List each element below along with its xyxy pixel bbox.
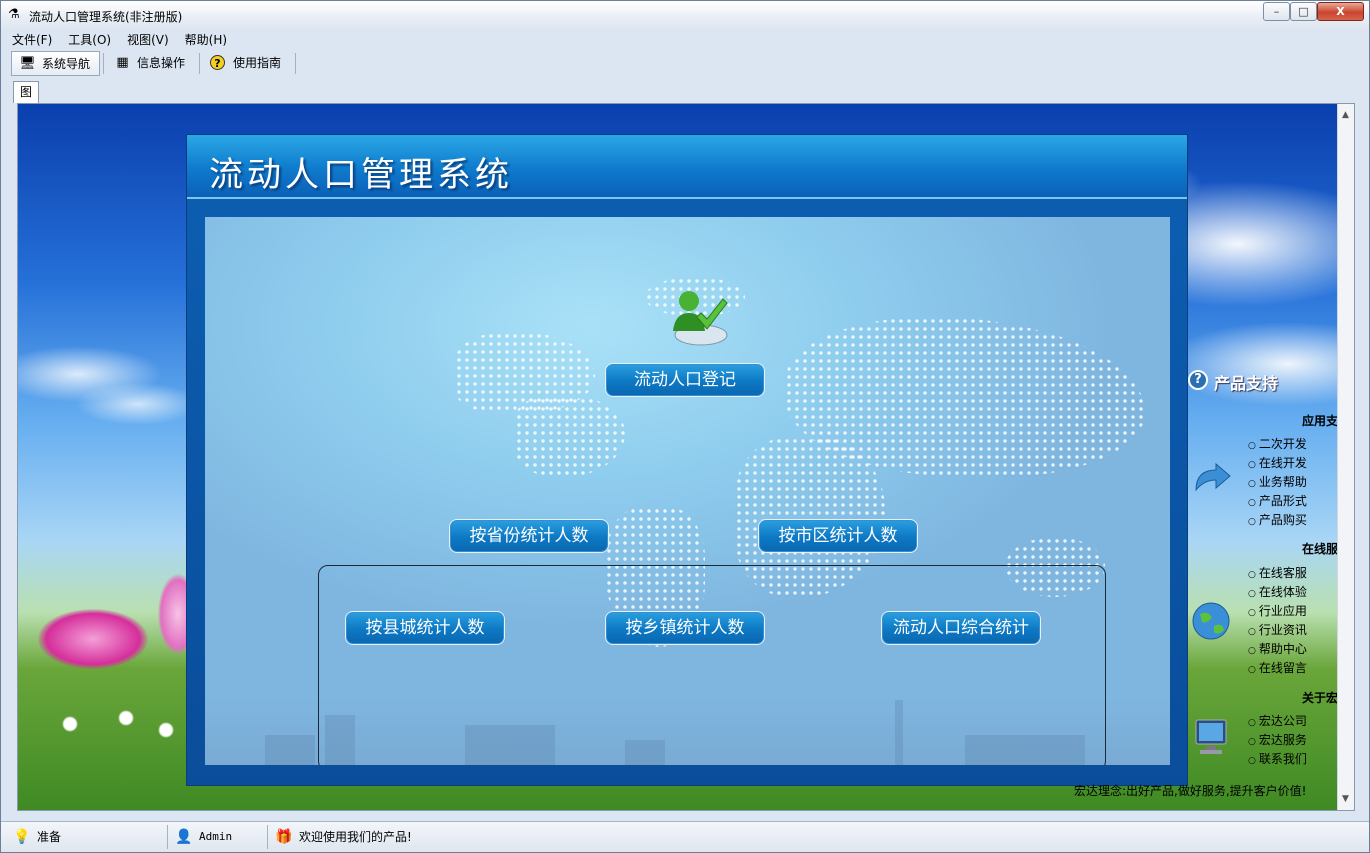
toolbar: 🖥 系统导航 ▦ 信息操作 ? 使用指南 (9, 50, 299, 77)
stats-by-province-button[interactable]: 按省份统计人数 (449, 519, 609, 553)
menu-tools[interactable]: 工具(O) (65, 31, 114, 49)
product-support-sidebar: ? 产品支持 应用支持 二次开发 在线开发 业务帮助 产品形式 产品购买 在线服… (1188, 364, 1354, 804)
link-online-dev[interactable]: 在线开发 (1248, 456, 1307, 472)
status-message: 🎁 欢迎使用我们的产品! (271, 827, 571, 847)
tab-graphic-nav[interactable]: 图文导航 (13, 81, 40, 162)
toolbar-label: 系统导航 (42, 57, 91, 71)
toolbar-separator (199, 53, 200, 74)
link-online-message[interactable]: 在线留言 (1248, 661, 1307, 677)
monitor-icon: 🖥 (19, 56, 36, 71)
main-panel: 流动人口管理系统 流动人口登记 按省份统计人数 按市区统计人数 按县城统计人数 … (186, 134, 1188, 786)
window-title: 流动人口管理系统(非注册版) (29, 10, 183, 24)
toolbar-separator (103, 53, 104, 74)
menu-file[interactable]: 文件(F) (9, 31, 55, 49)
link-online-trial[interactable]: 在线体验 (1248, 585, 1307, 601)
scroll-up-arrow[interactable]: ▲ (1342, 110, 1349, 120)
toolbar-guide-button[interactable]: ? 使用指南 (203, 51, 291, 76)
lightbulb-icon: 💡 (13, 829, 31, 845)
link-company[interactable]: 宏达公司 (1248, 714, 1307, 730)
statistics-group (318, 565, 1106, 765)
welcome-message: 欢迎使用我们的产品! (299, 830, 412, 844)
status-user: 👤 Admin (171, 827, 261, 847)
status-separator (267, 825, 268, 849)
menu-bar: 文件(F) 工具(O) 视图(V) 帮助(H) (9, 31, 240, 49)
support-heading: 产品支持 (1214, 374, 1279, 393)
grid-icon: ▦ (116, 55, 129, 70)
link-industry-apps[interactable]: 行业应用 (1248, 604, 1307, 620)
stats-by-township-button[interactable]: 按乡镇统计人数 (605, 611, 765, 645)
link-secondary-dev[interactable]: 二次开发 (1248, 437, 1307, 453)
toolbar-label: 使用指南 (233, 56, 282, 70)
close-button[interactable]: X (1317, 2, 1364, 21)
product-icon: 🎁 (275, 829, 293, 845)
menu-view[interactable]: 视图(V) (124, 31, 172, 49)
stats-by-city-district-button[interactable]: 按市区统计人数 (758, 519, 918, 553)
question-icon: ? (1188, 370, 1208, 390)
minimize-button[interactable]: – (1263, 2, 1290, 21)
user-icon: 👤 (175, 829, 193, 845)
link-contact[interactable]: 联系我们 (1248, 752, 1307, 768)
computer-icon (1195, 719, 1227, 754)
flower-decoration (38, 609, 148, 669)
link-industry-news[interactable]: 行业资讯 (1248, 623, 1307, 639)
app-icon: ⚗ (8, 7, 20, 22)
title-bar: ⚗ 流动人口管理系统(非注册版) – □ X (1, 1, 1369, 29)
toolbar-info-ops-button[interactable]: ▦ 信息操作 (107, 51, 195, 76)
app-window: ⚗ 流动人口管理系统(非注册版) – □ X 文件(F) 工具(O) 视图(V) 帮助… (0, 0, 1370, 853)
toolbar-separator (295, 53, 296, 74)
menu-help[interactable]: 帮助(H) (182, 31, 230, 49)
user-name: Admin (199, 830, 233, 843)
register-person-icon (673, 291, 728, 346)
help-icon: ? (210, 55, 225, 70)
daisies-decoration (38, 694, 198, 754)
comprehensive-stats-button[interactable]: 流动人口综合统计 (881, 611, 1041, 645)
link-product-purchase[interactable]: 产品购买 (1248, 513, 1307, 529)
toolbar-system-nav-button[interactable]: 🖥 系统导航 (11, 51, 100, 76)
link-product-form[interactable]: 产品形式 (1248, 494, 1307, 510)
status-bar: 💡 准备 👤 Admin 🎁 欢迎使用我们的产品! (1, 821, 1369, 852)
status-separator (167, 825, 168, 849)
company-slogan: 宏达理念:出好产品,做好服务,提升客户价值! (1074, 784, 1307, 798)
panel-header: 流动人口管理系统 (187, 135, 1187, 199)
vertical-scrollbar[interactable]: ▲ ▼ (1337, 104, 1354, 810)
globe-icon (1192, 602, 1230, 640)
maximize-button[interactable]: □ (1290, 2, 1317, 21)
scroll-down-arrow[interactable]: ▼ (1342, 794, 1349, 804)
status-ready: 💡 准备 (9, 827, 159, 847)
arrow-icon (1195, 462, 1231, 492)
status-text: 准备 (37, 830, 62, 844)
link-help-center[interactable]: 帮助中心 (1248, 642, 1307, 658)
stats-by-county-button[interactable]: 按县城统计人数 (345, 611, 505, 645)
toolbar-label: 信息操作 (137, 56, 186, 70)
link-business-help[interactable]: 业务帮助 (1248, 475, 1307, 491)
register-button[interactable]: 流动人口登记 (605, 363, 765, 397)
link-online-support[interactable]: 在线客服 (1248, 566, 1307, 582)
navigation-canvas: 流动人口管理系统 流动人口登记 按省份统计人数 按市区统计人数 按县城统计人数 … (17, 103, 1355, 811)
world-map-dots (515, 397, 625, 477)
panel-title: 流动人口管理系统 (209, 155, 513, 195)
link-service[interactable]: 宏达服务 (1248, 733, 1307, 749)
panel-body: 流动人口登记 按省份统计人数 按市区统计人数 按县城统计人数 按乡镇统计人数 流… (205, 217, 1170, 765)
